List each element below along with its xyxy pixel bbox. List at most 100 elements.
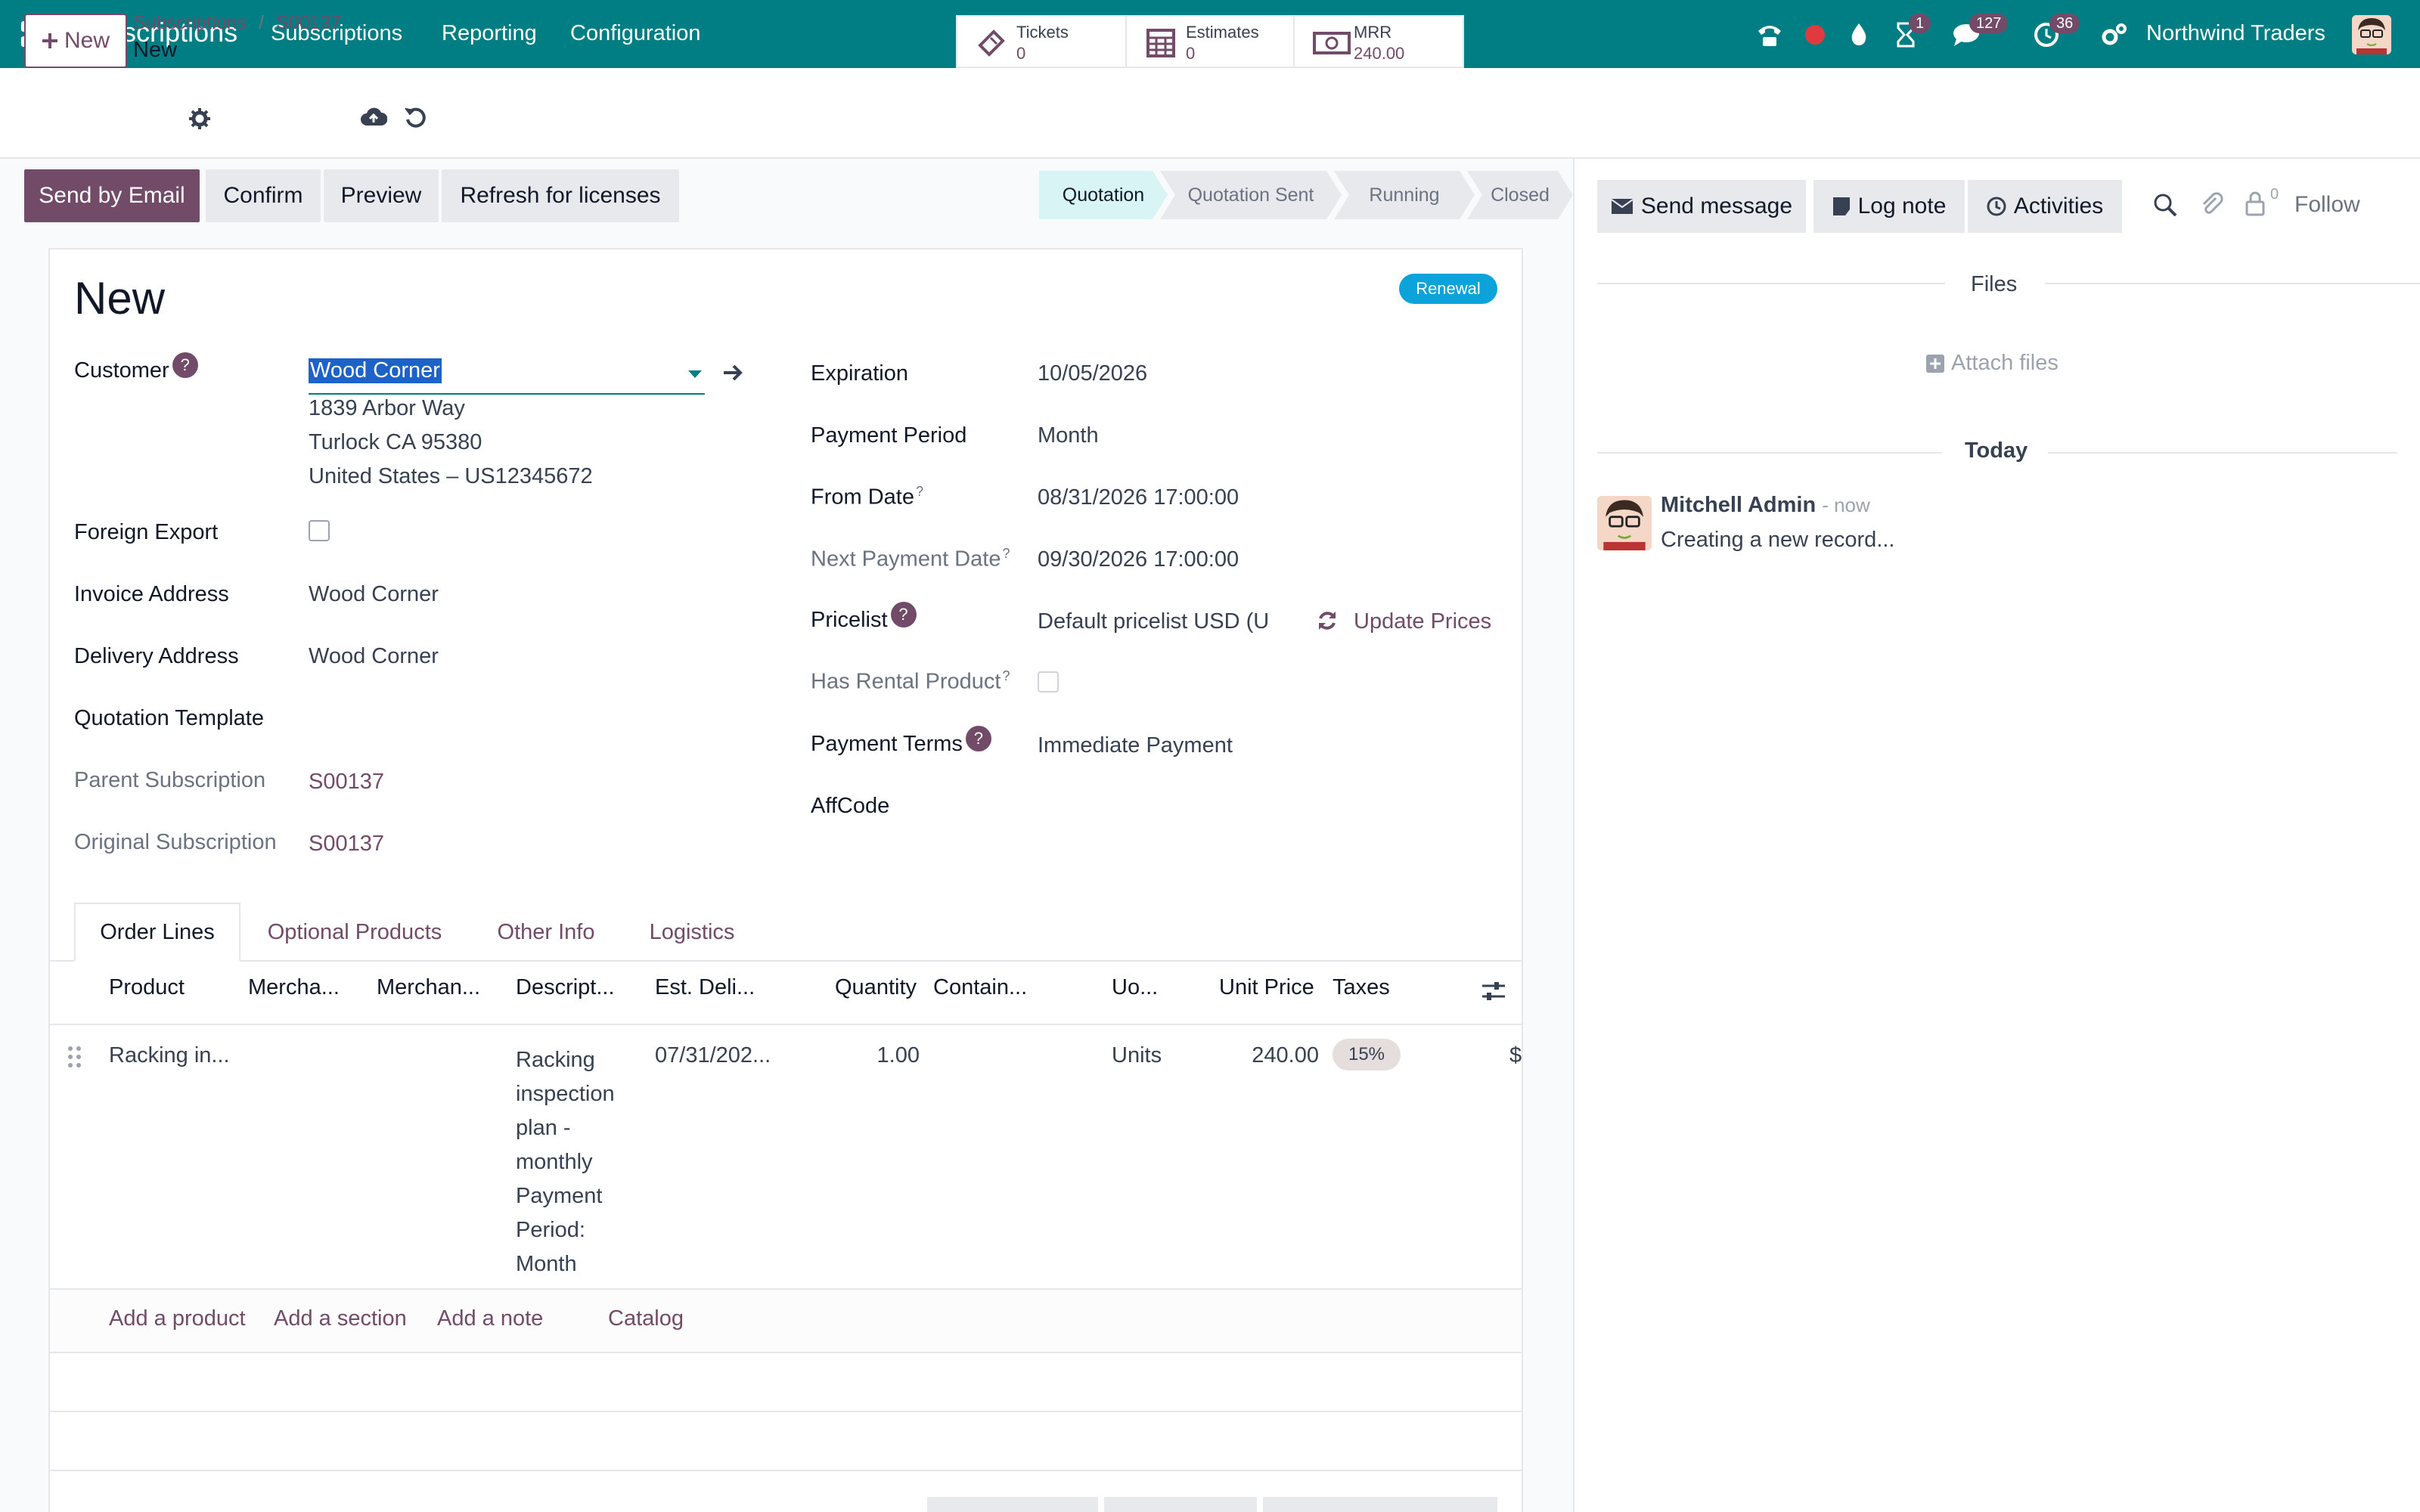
help-icon[interactable]: ?: [890, 602, 917, 627]
new-button[interactable]: New: [24, 14, 127, 68]
breadcrumb-separator: /: [259, 12, 265, 33]
save-cloud-icon[interactable]: [360, 106, 388, 133]
catalog-link[interactable]: Catalog: [608, 1306, 684, 1331]
pricelist-label: Pricelist?: [811, 602, 917, 634]
column-header-quantity[interactable]: Quantity: [835, 975, 917, 1000]
help-icon[interactable]: ?: [965, 726, 991, 751]
delivery-address-field[interactable]: Wood Corner: [309, 644, 439, 669]
add-product-link[interactable]: Add a product: [109, 1306, 246, 1331]
help-icon[interactable]: ?: [1002, 546, 1010, 561]
total-box: [927, 1497, 1098, 1512]
status-running[interactable]: Running: [1334, 171, 1475, 219]
message-author[interactable]: Mitchell Admin: [1661, 493, 1816, 517]
chat-icon[interactable]: 127: [1950, 14, 2009, 51]
clock-icon[interactable]: 36: [2030, 14, 2080, 51]
add-note-link[interactable]: Add a note: [437, 1306, 543, 1331]
update-prices-button[interactable]: Update Prices: [1354, 609, 1491, 634]
column-header-product[interactable]: Product: [109, 975, 185, 1000]
cell-est-delivery[interactable]: 07/31/202...: [655, 1043, 771, 1068]
smart-button-tickets[interactable]: Tickets 0: [956, 15, 1127, 68]
row-divider: [50, 1411, 1522, 1412]
customer-field[interactable]: Wood Corner: [309, 355, 705, 395]
tab-order-lines[interactable]: Order Lines: [74, 903, 240, 962]
menu-configuration[interactable]: Configuration: [570, 21, 701, 46]
log-note-button[interactable]: Log note: [1813, 180, 1965, 233]
tab-logistics[interactable]: Logistics: [628, 903, 756, 962]
tax-badge[interactable]: 15%: [1333, 1039, 1401, 1070]
log-note-label: Log note: [1857, 194, 1947, 218]
discard-icon[interactable]: [404, 106, 427, 135]
help-icon[interactable]: ?: [1002, 668, 1010, 683]
breadcrumb-subscriptions[interactable]: Subscriptions: [133, 12, 247, 33]
gear-icon[interactable]: [189, 108, 210, 135]
original-subscription-link[interactable]: S00137: [309, 832, 384, 857]
payment-terms-field[interactable]: Immediate Payment: [1038, 733, 1233, 758]
attach-files-label: Attach files: [1951, 351, 2059, 375]
cell-description[interactable]: Racking inspection plan - monthly Paymen…: [516, 1043, 615, 1281]
cell-quantity[interactable]: 1.00: [832, 1043, 920, 1068]
send-by-email-button[interactable]: Send by Email: [24, 169, 200, 222]
expiration-field[interactable]: 10/05/2026: [1038, 361, 1147, 386]
column-header-est-delivery[interactable]: Est. Deli...: [655, 975, 755, 1000]
refresh-icon[interactable]: [1316, 609, 1339, 638]
arrow-right-icon[interactable]: [721, 361, 744, 390]
files-header: Files: [1971, 272, 2018, 296]
send-message-button[interactable]: Send message: [1597, 180, 1806, 233]
cell-unit-price[interactable]: 240.00: [1210, 1043, 1319, 1068]
quotation-template-field[interactable]: [309, 703, 702, 733]
cell-product[interactable]: Racking in...: [109, 1043, 230, 1068]
paperclip-icon[interactable]: [2199, 191, 2223, 224]
row-divider: [50, 1470, 1522, 1471]
foreign-export-checkbox[interactable]: [309, 520, 330, 541]
help-icon[interactable]: ?: [916, 484, 923, 499]
tab-other-info[interactable]: Other Info: [469, 903, 623, 962]
follow-button[interactable]: Follow: [2294, 192, 2360, 218]
cell-uom[interactable]: Units: [1112, 1043, 1162, 1068]
add-section-link[interactable]: Add a section: [274, 1306, 407, 1331]
files-divider: [1597, 283, 1945, 284]
column-header-taxes[interactable]: Taxes: [1333, 975, 1390, 1000]
parent-subscription-link[interactable]: S00137: [309, 770, 384, 795]
next-payment-field[interactable]: 09/30/2026 17:00:00: [1038, 547, 1239, 572]
breadcrumb-record[interactable]: S00137: [276, 12, 341, 33]
next-payment-label: Next Payment Date?: [811, 546, 1010, 572]
tab-optional-products[interactable]: Optional Products: [247, 903, 463, 962]
smart-button-mrr[interactable]: MRR 240.00: [1293, 15, 1464, 68]
menu-reporting[interactable]: Reporting: [442, 21, 537, 46]
column-header-container[interactable]: Contain...: [933, 975, 1027, 1000]
record-icon[interactable]: [1798, 18, 1832, 51]
company-switcher[interactable]: Northwind Traders: [2146, 21, 2325, 46]
column-header-uom[interactable]: Uo...: [1112, 975, 1158, 1000]
invoice-address-field[interactable]: Wood Corner: [309, 582, 439, 607]
column-header-merchandise-2[interactable]: Merchan...: [377, 975, 480, 1000]
preview-button[interactable]: Preview: [324, 169, 439, 222]
hourglass-icon[interactable]: 1: [1889, 14, 1931, 51]
drag-handle-icon[interactable]: [67, 1045, 83, 1075]
affcode-field[interactable]: [1038, 791, 1491, 821]
column-header-unit-price[interactable]: Unit Price: [1219, 975, 1314, 1000]
from-date-field[interactable]: 08/31/2026 17:00:00: [1038, 485, 1239, 510]
confirm-button[interactable]: Confirm: [206, 169, 321, 222]
help-icon[interactable]: ?: [172, 352, 198, 378]
column-settings-icon[interactable]: [1481, 980, 1506, 1009]
user-avatar[interactable]: [2352, 15, 2391, 54]
refresh-licenses-button[interactable]: Refresh for licenses: [442, 169, 679, 222]
settings-icon[interactable]: [2098, 18, 2131, 51]
drop-icon[interactable]: [1842, 18, 1876, 51]
column-header-description[interactable]: Descript...: [516, 975, 615, 1000]
payment-period-field[interactable]: Month: [1038, 423, 1099, 448]
chevron-down-icon[interactable]: [688, 370, 702, 378]
attach-files-button[interactable]: Attach files: [1925, 351, 2059, 376]
status-quotation-sent[interactable]: Quotation Sent: [1160, 171, 1342, 219]
column-header-merchandise-1[interactable]: Mercha...: [248, 975, 340, 1000]
pricelist-field[interactable]: Default pricelist USD (U: [1038, 609, 1269, 634]
customer-address-line: Turlock CA 95380: [309, 430, 482, 454]
followers-lock-icon[interactable]: [2245, 191, 2266, 222]
message-author-avatar[interactable]: [1597, 496, 1652, 550]
activities-button[interactable]: Activities: [1968, 180, 2122, 233]
smart-button-estimates[interactable]: Estimates 0: [1125, 15, 1295, 68]
status-closed[interactable]: Closed: [1467, 171, 1573, 219]
phone-icon[interactable]: [1753, 18, 1786, 51]
search-icon[interactable]: [2152, 192, 2178, 224]
status-quotation[interactable]: Quotation: [1039, 171, 1168, 219]
